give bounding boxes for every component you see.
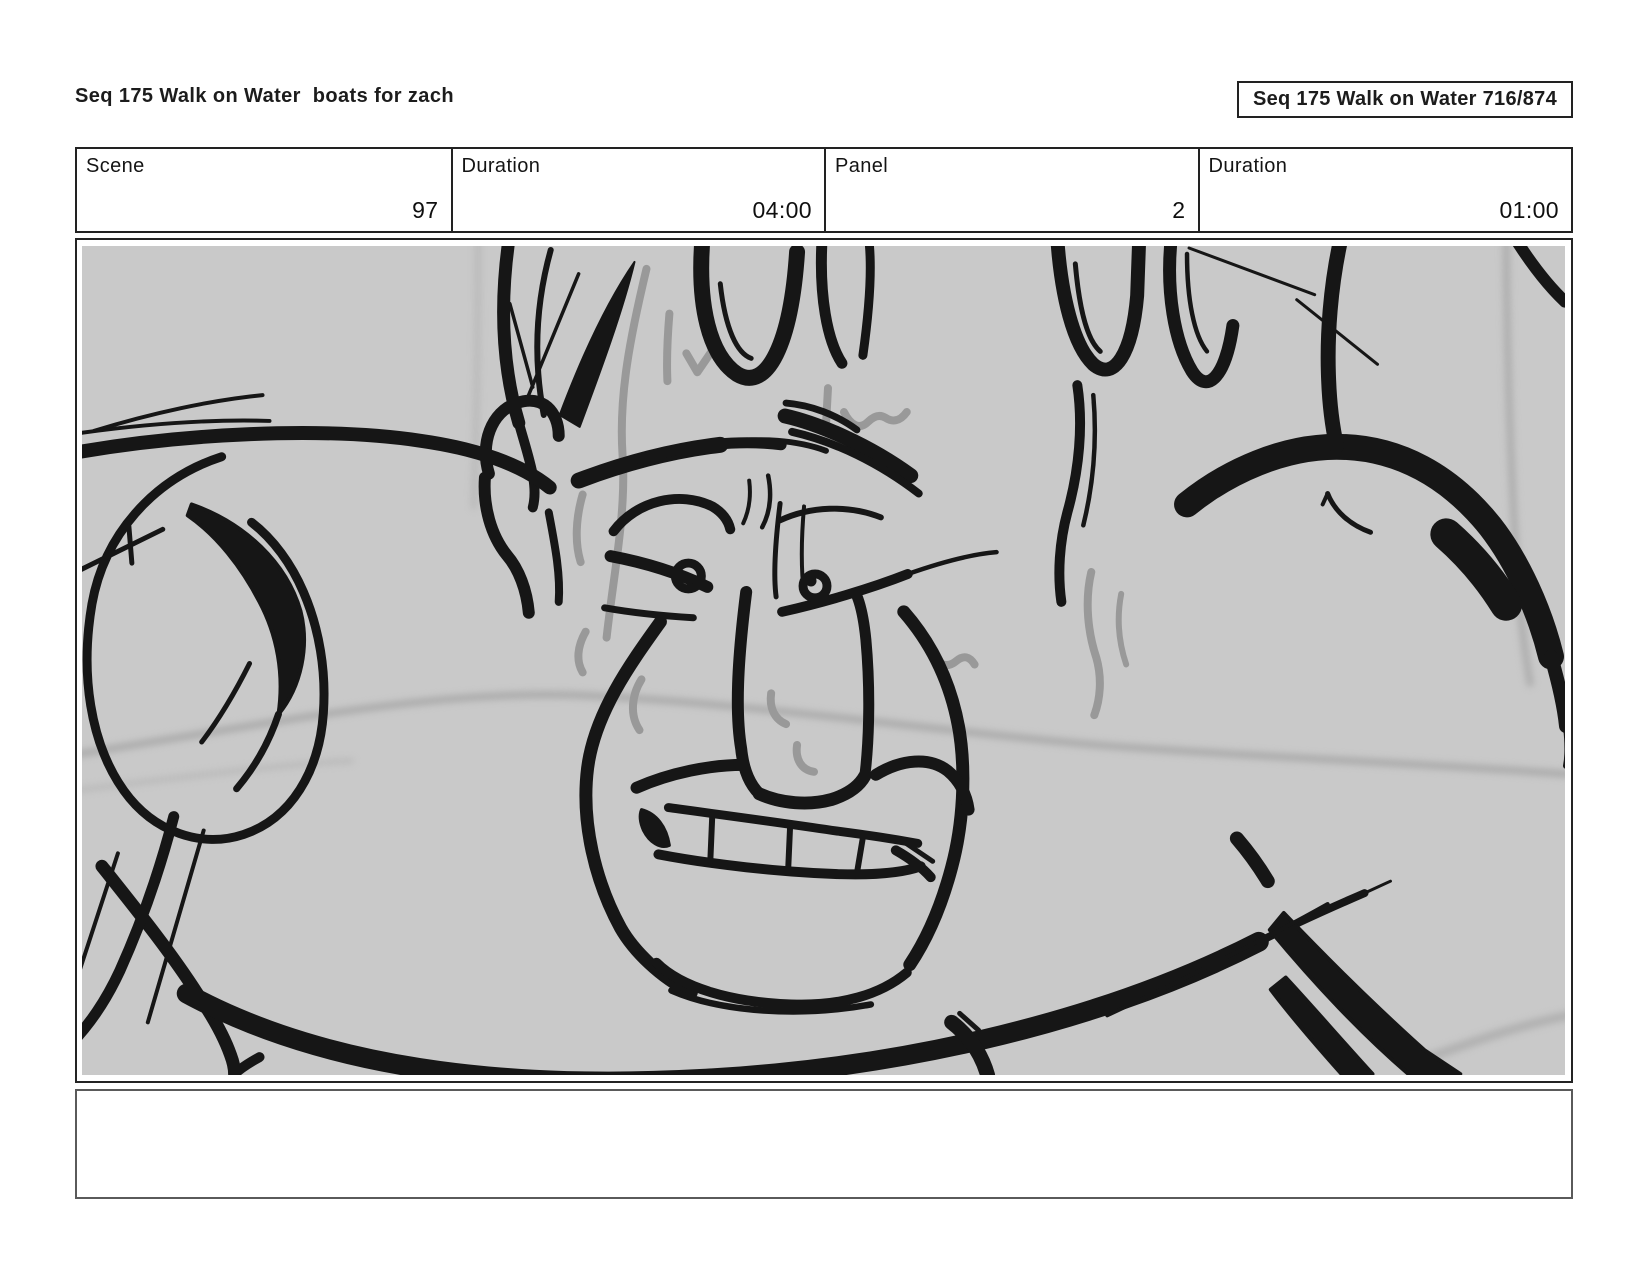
- panel-duration-cell: Duration 01:00: [1197, 149, 1572, 231]
- panel-value: 2: [1172, 197, 1186, 223]
- sequence-title: Seq 175 Walk on Water boats for zach: [75, 85, 454, 107]
- panel-label: Panel: [835, 155, 889, 177]
- scene-duration-value: 04:00: [752, 197, 812, 223]
- storyboard-drawing: [82, 246, 1565, 1075]
- panel-cell: Panel 2: [824, 149, 1198, 231]
- scene-duration-label: Duration: [461, 155, 541, 177]
- storyboard-panel-frame: [75, 238, 1573, 1083]
- notes-box: [75, 1089, 1573, 1199]
- panel-duration-value: 01:00: [1499, 197, 1559, 223]
- sequence-page-indicator: Seq 175 Walk on Water 716/874: [1237, 81, 1573, 118]
- scene-label: Scene: [86, 155, 145, 177]
- panel-duration-label: Duration: [1208, 155, 1288, 177]
- sketch-svg: [82, 246, 1565, 1075]
- scene-duration-cell: Duration 04:00: [450, 149, 825, 231]
- scene-cell: Scene 97: [77, 149, 451, 231]
- storyboard-sheet: Seq 175 Walk on Water boats for zach Seq…: [0, 0, 1650, 1275]
- metadata-table: Scene 97 Duration 04:00 Panel 2 Duration…: [75, 147, 1573, 233]
- scene-value: 97: [412, 197, 439, 223]
